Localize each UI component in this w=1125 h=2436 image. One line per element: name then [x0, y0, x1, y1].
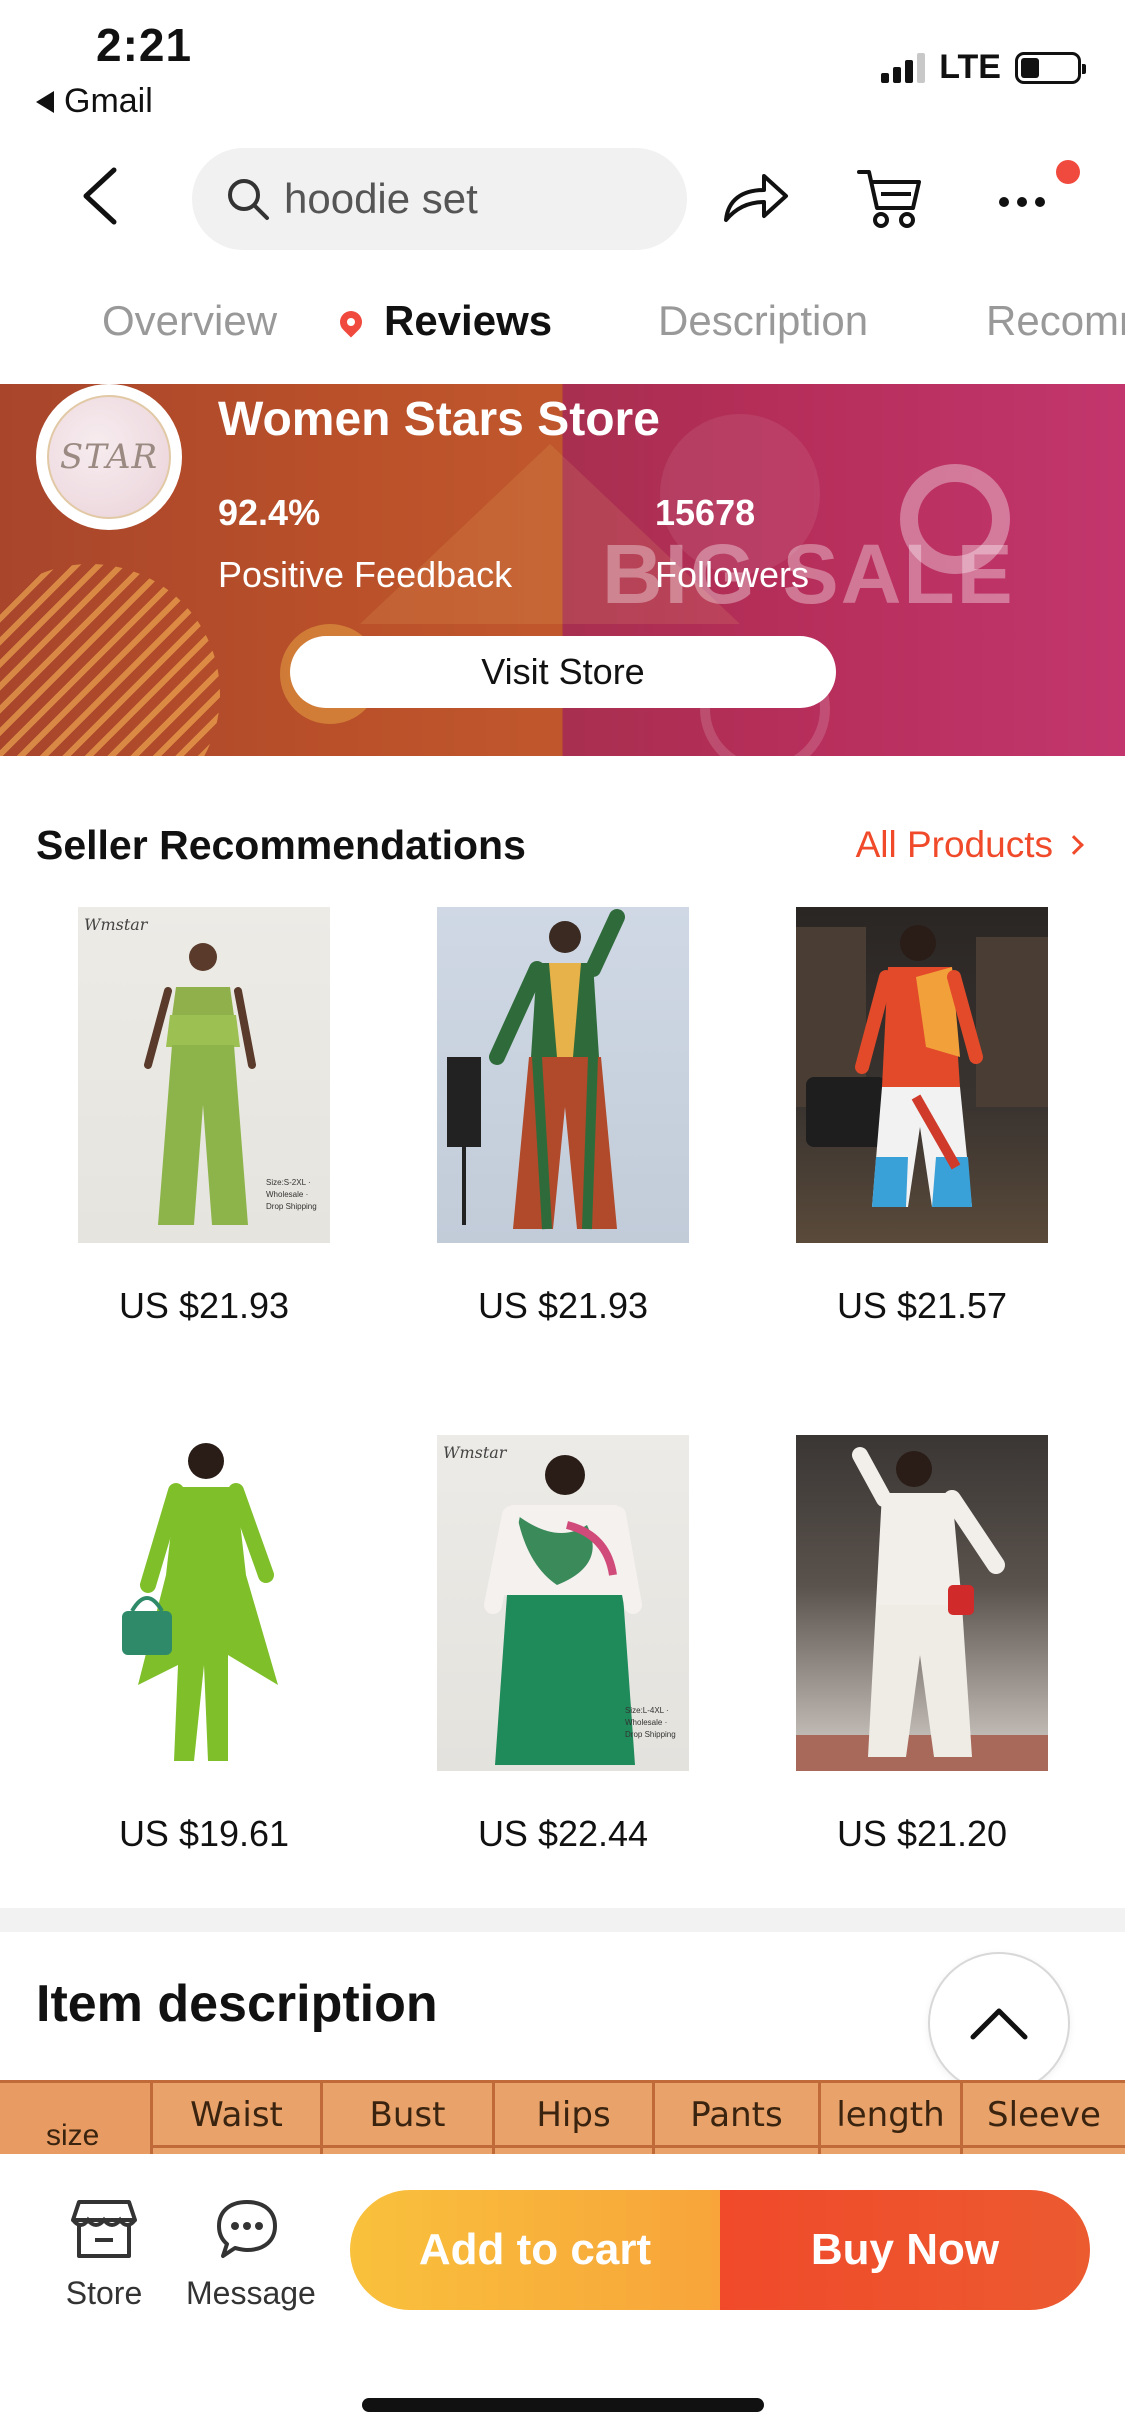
section-divider [0, 1908, 1125, 1932]
status-bar: 2:21 Gmail LTE [0, 0, 1125, 130]
share-icon[interactable] [720, 168, 790, 228]
store-name[interactable]: Women Stars Store [218, 392, 660, 447]
item-description-title: Item description [36, 1975, 438, 2033]
home-indicator[interactable] [362, 2398, 764, 2412]
buy-now-button[interactable]: Buy Now [720, 2190, 1090, 2310]
bottom-action-bar: Store Message Add to cart Buy Now [0, 2154, 1125, 2436]
search-icon [228, 179, 269, 220]
back-triangle-icon [36, 90, 54, 113]
size-chart-header: Bust [320, 2083, 492, 2154]
chevron-right-icon [1064, 835, 1084, 855]
status-indicators: LTE [881, 48, 1086, 87]
outfit-figure-image [122, 1443, 278, 1761]
store-logo-text: STAR [59, 437, 159, 477]
size-chart-header: Waist [150, 2083, 320, 2154]
size-chart-header: Sleeve [960, 2083, 1125, 2154]
outfit-figure-image [796, 1447, 1048, 1771]
chevron-up-icon [970, 2008, 1028, 2040]
message-button[interactable]: Message [186, 2198, 316, 2312]
tab-reviews[interactable]: Reviews [335, 297, 553, 345]
store-logo[interactable]: STAR [36, 384, 182, 530]
tab-reviews-label: Reviews [384, 297, 553, 344]
product-image[interactable] [796, 1435, 1048, 1771]
store-nav-label: Store [65, 2275, 143, 2311]
product-tag-note: Size:S-2XL · Wholesale · Drop Shipping [266, 1178, 317, 1211]
product-card[interactable]: Wmstar Size:L-4XL · Wholesale · Drop Shi… [437, 1435, 689, 1854]
product-image[interactable]: Wmstar Size:S-2XL · Wholesale · Drop Shi… [78, 907, 330, 1243]
visit-store-button[interactable]: Visit Store [290, 636, 836, 708]
product-card[interactable]: US $21.93 [437, 907, 689, 1326]
followers-label: Followers [655, 554, 810, 595]
cell-signal-icon [881, 52, 926, 83]
product-price: US $19.61 [118, 1813, 290, 1854]
product-card[interactable]: US $21.20 [796, 1435, 1048, 1854]
top-navigation: hoodie set [0, 140, 1125, 255]
outfit-figure-image [144, 943, 256, 1225]
scroll-to-top-button[interactable] [928, 1952, 1070, 2094]
product-card[interactable]: US $21.57 [796, 907, 1048, 1326]
product-card[interactable]: US $19.61 [78, 1435, 330, 1854]
tab-recommendations[interactable]: Recomm [986, 297, 1125, 345]
tab-description[interactable]: Description [658, 297, 868, 345]
size-chart-size-label: size [0, 2083, 150, 2154]
product-image[interactable]: Wmstar Size:L-4XL · Wholesale · Drop Shi… [437, 1435, 689, 1771]
cart-icon[interactable] [855, 164, 923, 232]
battery-icon [1015, 51, 1086, 84]
product-card[interactable]: Wmstar Size:S-2XL · Wholesale · Drop Shi… [78, 907, 330, 1326]
all-products-label: All Products [855, 824, 1053, 865]
outfit-figure-image [447, 909, 625, 1230]
product-price: US $21.20 [836, 1813, 1008, 1854]
status-time: 2:21 [96, 19, 193, 71]
product-image[interactable] [796, 907, 1048, 1243]
location-pin-icon [335, 306, 367, 338]
product-brand-mark: Wmstar [84, 915, 148, 934]
tab-overview[interactable]: Overview [102, 297, 277, 345]
size-chart-header: Hips [492, 2083, 652, 2154]
product-tag-note: Size:L-4XL · Wholesale · Drop Shipping [625, 1706, 676, 1739]
back-to-app-link[interactable]: Gmail [36, 82, 153, 121]
message-label: Message [186, 2275, 316, 2311]
back-chevron-icon[interactable] [72, 166, 132, 226]
notification-dot [1056, 160, 1080, 184]
message-icon [217, 2200, 277, 2258]
network-type: LTE [939, 48, 1001, 86]
section-tabs: Overview Reviews Description Recomm [0, 285, 1125, 365]
product-price: US $21.57 [836, 1285, 1008, 1326]
back-app-label: Gmail [64, 82, 153, 120]
positive-feedback-value: 92.4% [218, 492, 321, 533]
positive-feedback-label: Positive Feedback [218, 554, 513, 595]
store-nav-button[interactable]: Store [64, 2198, 144, 2312]
product-image[interactable] [437, 907, 689, 1243]
size-chart-image: size Waist Bust Hips Pants length Sleeve [0, 2080, 1125, 2154]
store-icon [71, 2200, 137, 2258]
product-price: US $22.44 [477, 1813, 649, 1854]
size-chart-header: Pants [652, 2083, 818, 2154]
search-query-text: hoodie set [284, 175, 478, 222]
product-price: US $21.93 [477, 1285, 649, 1326]
outfit-figure-image [796, 925, 1048, 1207]
product-price: US $21.93 [118, 1285, 290, 1326]
add-to-cart-button[interactable]: Add to cart [350, 2190, 720, 2310]
followers-value: 15678 [655, 492, 756, 533]
size-chart-header: length [818, 2083, 960, 2154]
all-products-link[interactable]: All Products [855, 824, 1084, 866]
purchase-buttons: Add to cart Buy Now [350, 2190, 1090, 2310]
search-bar[interactable]: hoodie set [192, 148, 687, 250]
seller-recommendations-title: Seller Recommendations [36, 822, 526, 868]
store-banner: BIG SALE STAR Women Stars Store 92.4% Po… [0, 384, 1125, 756]
product-image[interactable] [78, 1435, 330, 1771]
